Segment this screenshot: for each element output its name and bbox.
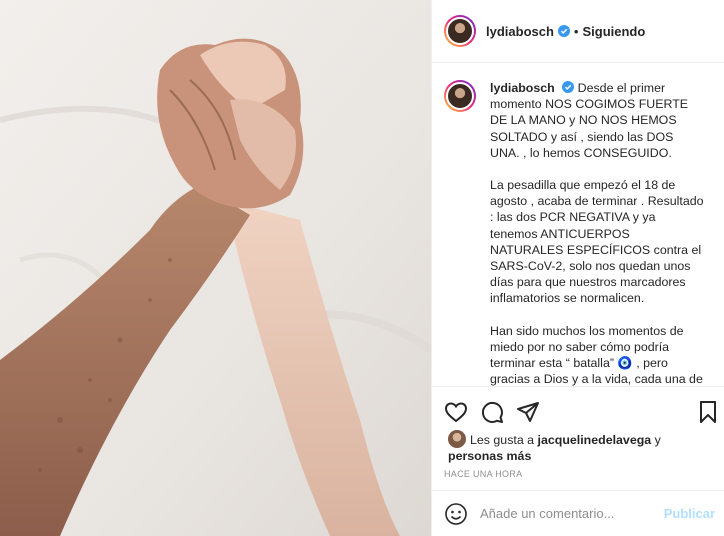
caption-paragraph-3: Han sido muchos los momentos de miedo po…	[490, 323, 703, 386]
caption-username[interactable]: lydiabosch	[490, 81, 555, 95]
likes-summary: Les gusta a jacquelinedelavega y persona…	[448, 430, 708, 464]
post-timestamp[interactable]: HACE UNA HORA	[444, 469, 522, 479]
comment-input[interactable]	[480, 506, 664, 521]
clasped-hands-image	[0, 0, 431, 536]
liker-username[interactable]: jacquelinedelavega	[538, 433, 652, 447]
following-button[interactable]: Siguiendo	[582, 24, 645, 39]
post-side-panel: lydiabosch • Siguiendo lydiabosch Desde …	[431, 0, 724, 536]
header-separator: •	[573, 23, 579, 39]
likes-others-link[interactable]: personas más	[448, 449, 531, 463]
author-avatar[interactable]	[444, 15, 476, 47]
like-heart-icon[interactable]	[444, 400, 468, 424]
emoji-picker-icon[interactable]	[444, 502, 468, 526]
caption-text: lydiabosch Desde el primer momento NOS C…	[490, 80, 705, 386]
likes-connector: y	[654, 433, 661, 447]
likes-prefix: Les gusta a	[470, 433, 535, 447]
liker-avatar[interactable]	[448, 430, 466, 448]
publish-button[interactable]: Publicar	[664, 506, 715, 521]
save-bookmark-icon[interactable]	[696, 400, 720, 424]
caption-author-avatar[interactable]	[444, 80, 476, 112]
caption-paragraph-2: La pesadilla que empezó el 18 de agosto …	[490, 178, 704, 306]
add-comment-bar: Publicar	[432, 490, 724, 536]
verified-badge-icon	[557, 25, 570, 37]
post-header: lydiabosch • Siguiendo	[432, 0, 724, 63]
post-photo[interactable]	[0, 0, 431, 536]
verified-badge-icon	[562, 81, 575, 93]
caption: lydiabosch Desde el primer momento NOS C…	[444, 80, 713, 386]
comment-icon[interactable]	[480, 400, 504, 424]
comments-section[interactable]: lydiabosch Desde el primer momento NOS C…	[432, 64, 724, 386]
share-direct-icon[interactable]	[516, 400, 540, 424]
author-username[interactable]: lydiabosch	[486, 24, 554, 39]
